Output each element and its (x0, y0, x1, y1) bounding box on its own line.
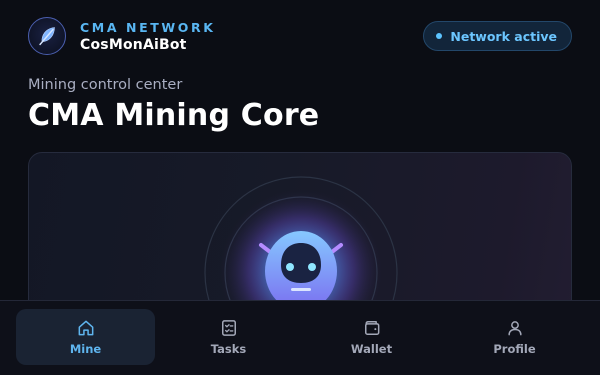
checklist-icon (221, 320, 236, 336)
app-header: CMA NETWORK CosMonAiBot Network active (28, 16, 572, 56)
page-subtitle: Mining control center (28, 77, 183, 93)
nav-item-wallet[interactable]: Wallet (302, 309, 441, 365)
status-dot-icon (436, 33, 443, 39)
nav-item-profile[interactable]: Profile (445, 309, 584, 365)
feather-logo-icon (28, 17, 66, 55)
nav-item-mine[interactable]: Mine (16, 309, 155, 365)
nav-label-profile: Profile (493, 342, 536, 356)
network-status-label: Network active (450, 28, 557, 44)
home-icon (78, 320, 93, 336)
nav-label-wallet: Wallet (350, 342, 393, 356)
nav-label-mine: Mine (69, 342, 102, 356)
nav-item-tasks[interactable]: Tasks (159, 309, 298, 365)
network-status-badge: Network active (423, 21, 572, 51)
brand-network: CMA NETWORK (80, 19, 216, 35)
nav-label-tasks: Tasks (210, 342, 247, 356)
page-title: CMA Mining Core (28, 98, 320, 133)
bottom-nav: Mine Tasks Wallet Profile (0, 300, 600, 375)
brand-bot-name: CosMonAiBot (80, 36, 187, 53)
brand: CMA NETWORK CosMonAiBot (28, 17, 216, 55)
wallet-icon (364, 321, 379, 335)
user-icon (507, 321, 522, 336)
